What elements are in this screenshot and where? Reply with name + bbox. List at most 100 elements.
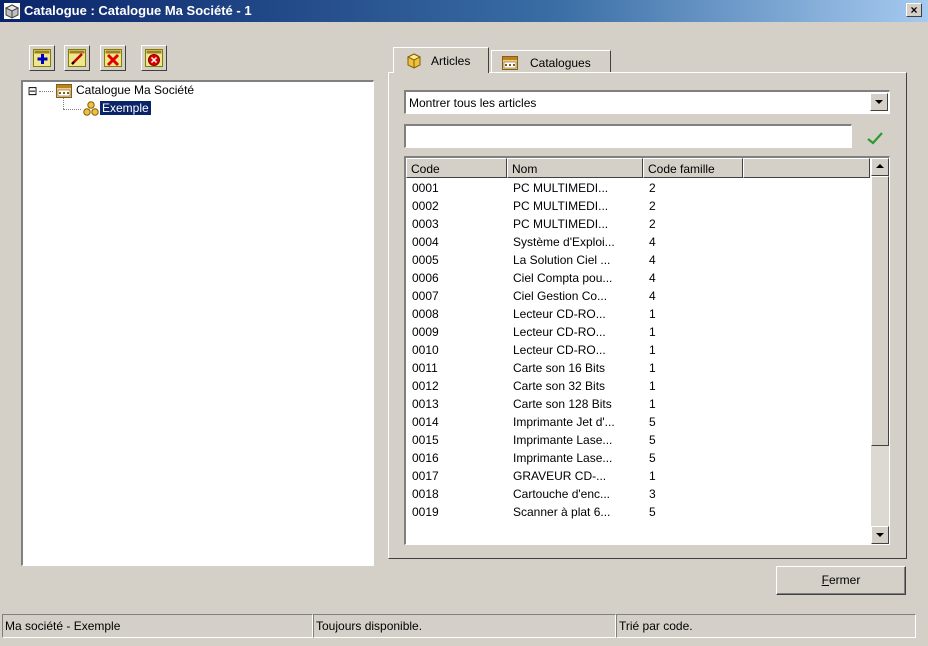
tree-node-exemple[interactable]: Exemple	[99, 100, 152, 117]
group-icon	[83, 101, 99, 116]
add-button[interactable]	[29, 45, 55, 71]
table-row[interactable]: 0005 La Solution Ciel ... 4	[406, 252, 870, 268]
table-cell-famille: 4	[649, 271, 656, 285]
chevron-down-icon	[875, 100, 883, 104]
table-cell-nom: PC MULTIMEDI...	[513, 217, 609, 231]
column-empty[interactable]	[743, 158, 870, 178]
chevron-down-icon	[876, 533, 884, 537]
table-cell-nom: GRAVEUR CD-...	[513, 469, 607, 483]
pencil-icon	[68, 49, 86, 67]
table-row[interactable]: 0014 Imprimante Jet d'... 5	[406, 414, 870, 430]
close-button[interactable]: Fermer	[776, 566, 906, 595]
table-cell-famille: 4	[649, 235, 656, 249]
table-cell-code: 0006	[412, 271, 439, 285]
table-cell-famille: 5	[649, 451, 656, 465]
table-cell-nom: Imprimante Lase...	[513, 451, 613, 465]
table-cell-famille: 5	[649, 505, 656, 519]
tree-node-exemple-label: Exemple	[99, 100, 152, 116]
tab-catalogues[interactable]: Catalogues	[491, 50, 611, 72]
table-row[interactable]: 0006 Ciel Compta pou... 4	[406, 270, 870, 286]
table-cell-famille: 1	[649, 361, 656, 375]
check-icon[interactable]	[866, 130, 884, 146]
table-cell-nom: Ciel Compta pou...	[513, 271, 613, 285]
table-row[interactable]: 0012 Carte son 32 Bits 1	[406, 378, 870, 394]
table-row[interactable]: 0011 Carte son 16 Bits 1	[406, 360, 870, 376]
table-row[interactable]: 0002 PC MULTIMEDI... 2	[406, 198, 870, 214]
table-cell-famille: 1	[649, 379, 656, 393]
table-row[interactable]: 0003 PC MULTIMEDI... 2	[406, 216, 870, 232]
table-cell-nom: Lecteur CD-RO...	[513, 343, 606, 357]
column-code-famille[interactable]: Code famille	[643, 158, 743, 178]
scroll-down-button[interactable]	[871, 526, 889, 544]
window-close-button[interactable]: ×	[906, 3, 922, 17]
table-row[interactable]: 0009 Lecteur CD-RO... 1	[406, 324, 870, 340]
table-row[interactable]: 0004 Système d'Exploi... 4	[406, 234, 870, 250]
table-row[interactable]: 0013 Carte son 128 Bits 1	[406, 396, 870, 412]
table-row[interactable]: 0016 Imprimante Lase... 5	[406, 450, 870, 466]
table-cell-famille: 1	[649, 307, 656, 321]
edit-button[interactable]	[64, 45, 90, 71]
tab-articles-label: Articles	[431, 54, 471, 68]
table-row[interactable]: 0007 Ciel Gestion Co... 4	[406, 288, 870, 304]
dropdown-button[interactable]	[870, 93, 888, 111]
table-cell-code: 0017	[412, 469, 439, 483]
tab-catalogues-label: Catalogues	[530, 56, 591, 70]
remove-button[interactable]	[141, 45, 167, 71]
table-cell-code: 0016	[412, 451, 439, 465]
table-cell-famille: 1	[649, 469, 656, 483]
article-filter-value: Montrer tous les articles	[409, 96, 537, 110]
tab-articles[interactable]: Articles	[393, 47, 489, 73]
catalogue-tree[interactable]: ⊟ Catalogue Ma Société Exemple	[21, 80, 374, 566]
table-row[interactable]: 0008 Lecteur CD-RO... 1	[406, 306, 870, 322]
scroll-up-button[interactable]	[871, 158, 889, 176]
table-row[interactable]: 0015 Imprimante Lase... 5	[406, 432, 870, 448]
table-cell-nom: PC MULTIMEDI...	[513, 199, 609, 213]
list-header: Code Nom Code famille	[406, 158, 870, 178]
red-x-icon	[104, 49, 122, 67]
table-cell-nom: Carte son 32 Bits	[513, 379, 606, 393]
table-cell-famille: 5	[649, 415, 656, 429]
plus-icon	[33, 49, 51, 67]
table-cell-code: 0008	[412, 307, 439, 321]
table-cell-famille: 4	[649, 289, 656, 303]
catalogue-window: Catalogue : Catalogue Ma Société - 1 × ⊟…	[0, 0, 928, 646]
catalogue-icon	[56, 84, 72, 98]
scroll-thumb[interactable]	[871, 176, 889, 446]
table-cell-code: 0005	[412, 253, 439, 267]
vertical-scrollbar[interactable]	[871, 158, 889, 544]
chevron-up-icon	[876, 164, 884, 168]
table-cell-code: 0010	[412, 343, 439, 357]
table-cell-famille: 1	[649, 397, 656, 411]
table-cell-code: 0019	[412, 505, 439, 519]
tree-connector	[39, 91, 53, 92]
table-row[interactable]: 0017 GRAVEUR CD-... 1	[406, 468, 870, 484]
table-row[interactable]: 0001 PC MULTIMEDI... 2	[406, 180, 870, 196]
table-cell-famille: 1	[649, 343, 656, 357]
table-cell-famille: 5	[649, 433, 656, 447]
tree-node-root[interactable]: Catalogue Ma Société	[76, 83, 194, 99]
table-row[interactable]: 0019 Scanner à plat 6... 5	[406, 504, 870, 520]
articles-list[interactable]: Code Nom Code famille 0001 PC MULTIMEDI..…	[404, 156, 890, 545]
table-row[interactable]: 0010 Lecteur CD-RO... 1	[406, 342, 870, 358]
delete-button[interactable]	[100, 45, 126, 71]
tree-collapse-icon[interactable]: ⊟	[27, 85, 38, 97]
column-nom[interactable]: Nom	[507, 158, 643, 178]
table-cell-code: 0014	[412, 415, 439, 429]
table-cell-code: 0018	[412, 487, 439, 501]
table-cell-famille: 1	[649, 325, 656, 339]
cube-icon	[406, 53, 422, 69]
table-cell-nom: Lecteur CD-RO...	[513, 307, 606, 321]
table-cell-nom: La Solution Ciel ...	[513, 253, 611, 267]
table-cell-famille: 2	[649, 199, 656, 213]
window-title: Catalogue : Catalogue Ma Société - 1	[24, 3, 252, 18]
tree-node-root-label: Catalogue Ma Société	[76, 83, 195, 97]
table-cell-nom: Lecteur CD-RO...	[513, 325, 606, 339]
table-cell-famille: 2	[649, 217, 656, 231]
table-cell-nom: Imprimante Lase...	[513, 433, 613, 447]
table-cell-code: 0002	[412, 199, 439, 213]
search-input[interactable]	[404, 124, 852, 148]
table-cell-code: 0003	[412, 217, 439, 231]
column-code[interactable]: Code	[406, 158, 507, 178]
article-filter-select[interactable]: Montrer tous les articles	[404, 90, 890, 114]
table-row[interactable]: 0018 Cartouche d'enc... 3	[406, 486, 870, 502]
